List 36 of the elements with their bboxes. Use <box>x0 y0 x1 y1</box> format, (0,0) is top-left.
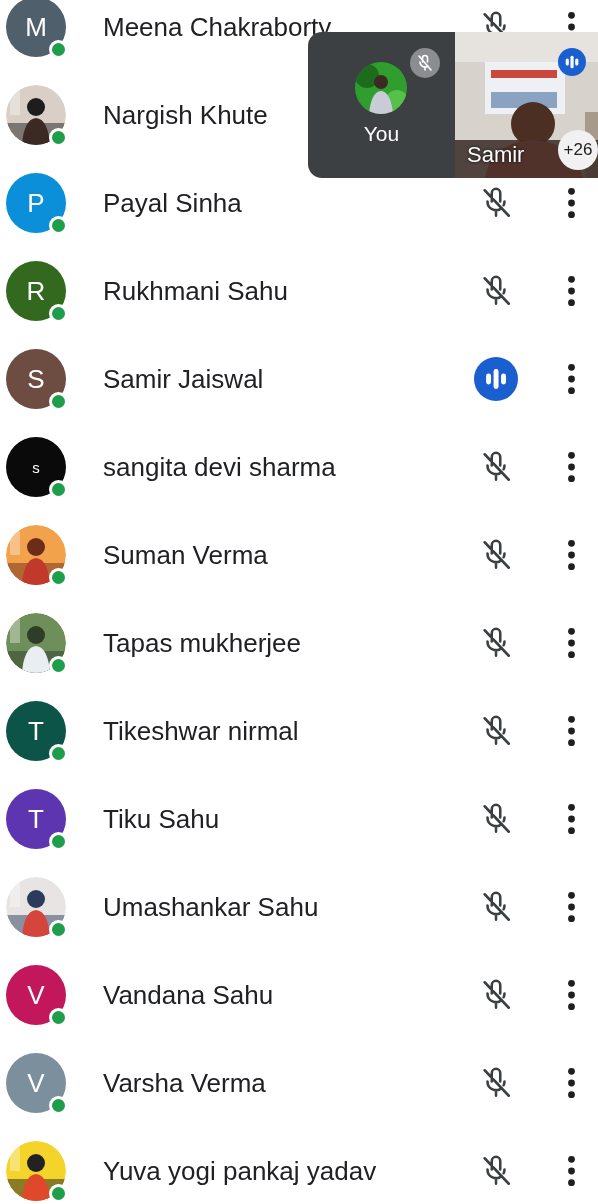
participant-name: Vandana Sahu <box>103 979 275 1011</box>
participant-name: Tiku Sahu <box>103 803 221 835</box>
avatar: S <box>6 349 66 409</box>
avatar: V <box>6 965 66 1025</box>
participant-name: Samir Jaiswal <box>103 363 265 395</box>
avatar: s <box>6 437 66 497</box>
avatar: T <box>6 701 66 761</box>
participant-name: Rukhmani Sahu <box>103 275 289 307</box>
more-options-icon[interactable] <box>567 1154 576 1188</box>
participant-name: Nargish Khute <box>103 99 269 131</box>
more-options-icon[interactable] <box>567 978 576 1012</box>
avatar: R <box>6 261 66 321</box>
avatar: V <box>6 1053 66 1113</box>
avatar: T <box>6 789 66 849</box>
participant-name: Varsha Verma <box>103 1067 267 1099</box>
more-options-icon[interactable] <box>567 1066 576 1100</box>
participant-name: Tapas mukherjee <box>103 627 302 659</box>
more-options-icon[interactable] <box>567 714 576 748</box>
participant-name: sangita devi sharma <box>103 451 337 483</box>
more-options-icon[interactable] <box>567 890 576 924</box>
more-options-icon[interactable] <box>567 274 576 308</box>
participant-name: Yuva yogi pankaj yadav <box>103 1155 378 1187</box>
more-options-icon[interactable] <box>567 186 576 220</box>
participant-name: Umashankar Sahu <box>103 891 320 923</box>
speaker-name: Samir <box>467 142 525 168</box>
self-label: You <box>362 122 401 146</box>
more-options-icon[interactable] <box>567 362 576 396</box>
more-options-icon[interactable] <box>567 450 576 484</box>
participant-name: Tikeshwar nirmal <box>103 715 300 747</box>
avatar: M <box>6 0 66 57</box>
more-options-icon[interactable] <box>567 802 576 836</box>
participant-name: Payal Sinha <box>103 187 243 219</box>
avatar: P <box>6 173 66 233</box>
participant-name: Suman Verma <box>103 539 269 571</box>
more-options-icon[interactable] <box>567 538 576 572</box>
more-options-icon[interactable] <box>567 626 576 660</box>
